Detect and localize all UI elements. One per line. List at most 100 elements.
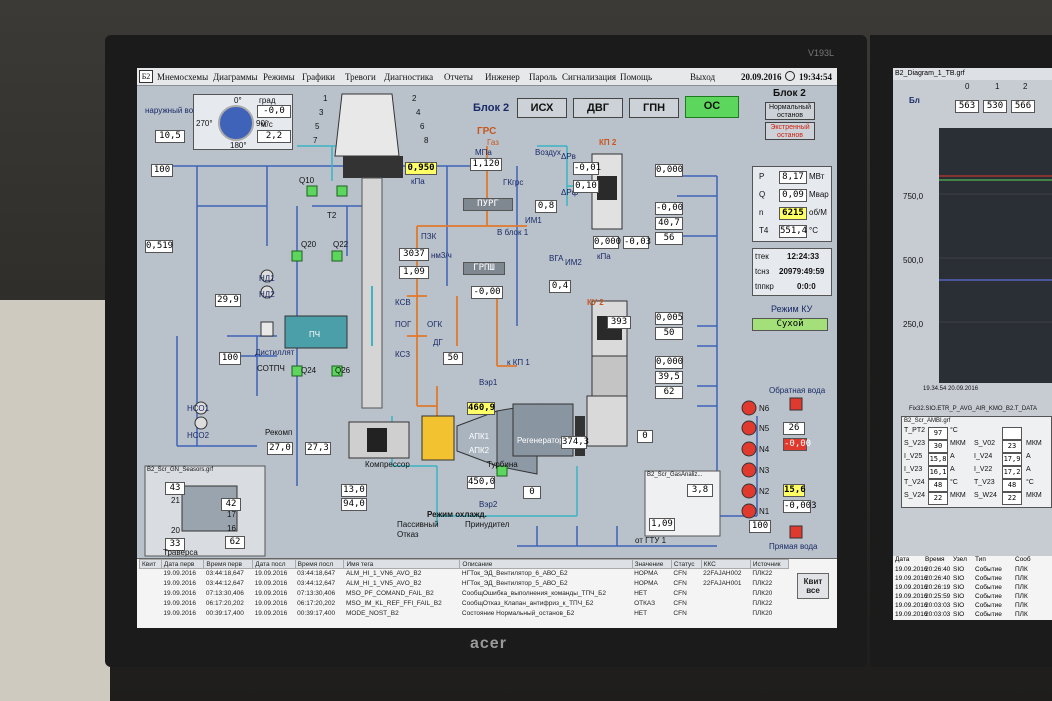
- pump-n1[interactable]: N1: [759, 507, 769, 516]
- events-col-value[interactable]: Значение: [631, 559, 672, 569]
- amb-v: 16,1: [928, 466, 948, 479]
- pump-n5[interactable]: N5: [759, 424, 769, 433]
- menu-item-graphs[interactable]: Графики: [302, 72, 335, 82]
- event-cell: ПЛК20: [752, 610, 773, 617]
- events-col-tag[interactable]: Имя тега: [343, 559, 461, 569]
- gas-flow: 3037: [399, 248, 429, 261]
- menu-item-password[interactable]: Пароль: [529, 72, 557, 82]
- event-row[interactable]: 19.09.2016 06:17:20,202 19.09.2016 06:17:20…: [140, 599, 789, 609]
- amb-l2: S_V02: [974, 440, 996, 447]
- wind-deg: -0,0: [257, 105, 291, 118]
- apk1-label: АПК1: [469, 432, 490, 441]
- sotpch-label: СОТПЧ: [257, 364, 285, 373]
- mode-button-os[interactable]: ОС: [685, 96, 739, 118]
- ku2-label: КУ 2: [587, 298, 604, 307]
- menu-item-reports[interactable]: Отчеты: [444, 72, 473, 82]
- events-col-time-first[interactable]: Время перв: [203, 559, 254, 569]
- event-cell: НЕТ: [634, 590, 648, 597]
- bzr2-position: 0: [523, 486, 541, 499]
- menu-item-help[interactable]: Помощь: [620, 72, 652, 82]
- menu-item-engineer[interactable]: Инженер: [485, 72, 520, 82]
- gas-analyzer-value-1: 3,8: [687, 484, 713, 497]
- menu-item-mnemo[interactable]: Мнемосхемы: [157, 72, 208, 82]
- kp2-pressure-c-unit: кПа: [597, 252, 611, 261]
- amb-v: 22: [928, 492, 948, 505]
- menu-item-diagnostics[interactable]: Диагностика: [384, 72, 433, 82]
- wind-compass-icon: [218, 105, 254, 141]
- ku2-temp: 393: [607, 316, 631, 329]
- events-col-kks[interactable]: ККС: [700, 559, 751, 569]
- event-cell: 03:44:12,647: [297, 580, 336, 587]
- mode-button-gpn[interactable]: ГПН: [629, 98, 679, 118]
- power-t4-value: 551,4: [779, 225, 808, 238]
- second-events-col[interactable]: Дата: [895, 556, 909, 563]
- kp2-pressure-b: 0,10: [573, 180, 599, 193]
- power-n-unit: об/М: [809, 208, 827, 217]
- q10-label: Q10: [299, 176, 315, 185]
- second-event-cell: Событие: [975, 575, 1002, 582]
- second-event-cell: SIO: [953, 575, 965, 582]
- menu-item-signaling[interactable]: Сигнализация: [562, 72, 616, 82]
- ku2-value-4: 39,5: [655, 371, 683, 384]
- second-event-cell: SIO: [953, 584, 965, 591]
- kp2-value-4: 56: [655, 232, 683, 245]
- events-col-date-first[interactable]: Дата перв: [160, 559, 205, 569]
- pump-n4[interactable]: N4: [759, 445, 769, 454]
- second-event-cell: ПЛК: [1015, 611, 1028, 618]
- menu-item-exit[interactable]: Выход: [690, 72, 715, 82]
- events-col-source[interactable]: Источник: [749, 559, 790, 569]
- second-events-col[interactable]: Тип: [975, 556, 986, 563]
- events-col-status[interactable]: Статус: [670, 559, 702, 569]
- event-cell: MSO_PF_COMAND_FAIL_B2: [345, 590, 434, 597]
- events-col-desc[interactable]: Описание: [459, 559, 633, 569]
- menu-item-modes[interactable]: Режимы: [263, 72, 295, 82]
- event-cell: 03:44:18,647: [297, 570, 336, 578]
- event-cell: 19.09.2016: [163, 570, 196, 578]
- wall: [0, 300, 110, 701]
- pump-n6[interactable]: N6: [759, 404, 769, 413]
- mode-button-dvg[interactable]: ДВГ: [573, 98, 623, 118]
- event-cell: 19.09.2016: [163, 590, 196, 597]
- amb-v2: 23: [1002, 440, 1022, 453]
- second-events-col[interactable]: Время: [925, 556, 945, 563]
- normal-stop-button[interactable]: Нормальный останов: [765, 102, 815, 120]
- second-events-col[interactable]: Сооб: [1015, 556, 1031, 563]
- trend-chart: [939, 128, 1052, 383]
- t2-label: T2: [327, 211, 337, 220]
- grs-label: ГРС: [477, 126, 497, 137]
- left-flow-value: 0,519: [145, 240, 174, 253]
- event-cell: 19.09.2016: [254, 610, 288, 617]
- second-event-cell: SIO: [953, 566, 965, 573]
- second-event-cell: 20:26:19: [925, 584, 951, 591]
- second-event-cell: Событие: [975, 584, 1002, 591]
- event-row[interactable]: 19.09.2016 07:13:30,406 19.09.2016 07:13:30…: [140, 589, 789, 599]
- second-event-cell: ПЛК: [1015, 566, 1028, 573]
- pump-n3[interactable]: N3: [759, 466, 769, 475]
- ack-all-button[interactable]: Квит все: [797, 573, 829, 599]
- tppk-value: 0:0:0: [797, 282, 816, 291]
- cooling-forced[interactable]: Принудител: [465, 520, 509, 529]
- events-col-time-last[interactable]: Время посл: [294, 559, 345, 569]
- mode-button-isx[interactable]: ИСХ: [517, 98, 567, 118]
- cooling-passive[interactable]: Пассивный: [397, 520, 439, 529]
- event-row[interactable]: 19.09.2016 00:39:17,400 19.09.2016 00:39:17…: [140, 609, 789, 619]
- menu-item-alarms[interactable]: Тревоги: [345, 72, 376, 82]
- second-events-col[interactable]: Узел: [953, 556, 967, 563]
- stack-pressure-unit: кПа: [411, 177, 425, 186]
- events-col-kvit[interactable]: Квит: [139, 559, 162, 569]
- power-panel: P 8,17 МВт Q 0,09 Мвар n 6215 об/М T4 55…: [752, 166, 832, 242]
- counter-top-1: 1: [995, 82, 1000, 91]
- event-cell: ALM_HI_1_VN5_AVO_B2: [345, 580, 422, 587]
- menu-item-diagrams[interactable]: Диаграммы: [213, 72, 258, 82]
- events-col-date-last[interactable]: Дата посл: [252, 559, 296, 569]
- event-row[interactable]: 19.09.2016 03:44:12,647 19.09.2016 03:44:12…: [140, 579, 789, 589]
- event-row[interactable]: 19.09.2016 03:44:18,647 19.09.2016 03:44:18…: [140, 569, 789, 579]
- pump-n2[interactable]: N2: [759, 487, 769, 496]
- amb-v: 48: [928, 479, 948, 492]
- regenerator-temp: 374,3: [561, 436, 590, 449]
- wind-speed-label: м/с: [261, 120, 273, 129]
- amb-window: B2_Scr_AMBI.grf T_PT2 97 °C S_V23 30 МКМ S_V02…: [901, 416, 1052, 508]
- amb-u2: МКМ: [1026, 440, 1042, 447]
- emergency-stop-button[interactable]: Экстренный останов: [765, 122, 815, 140]
- event-cell: MSO_IM_KL_REF_FFI_FAIL_B2: [345, 600, 442, 607]
